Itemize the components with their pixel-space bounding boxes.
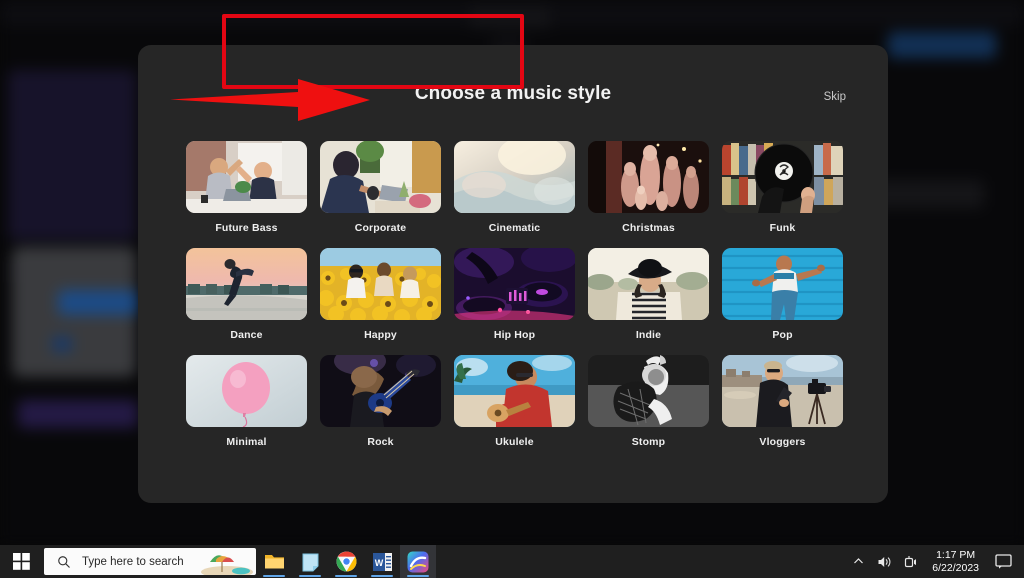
app-active-indicator	[263, 575, 285, 577]
style-card-pop[interactable]: Pop	[722, 248, 843, 341]
windows-taskbar: Type here to search W 1:17 PM 6/22/2023	[0, 545, 1024, 578]
background-center-chip	[470, 6, 550, 28]
volume-button[interactable]	[871, 545, 897, 578]
music-style-grid: Future Bass Corporate Cinematic Christma…	[186, 141, 843, 448]
style-card-label: Rock	[367, 436, 394, 448]
app-active-indicator	[335, 575, 357, 577]
show-hidden-icons-button[interactable]	[845, 545, 871, 578]
background-card-blue-bar	[58, 290, 138, 315]
style-card-ukulele[interactable]: Ukulele	[454, 355, 575, 448]
taskbar-app-microsoft-word[interactable]: W	[364, 545, 400, 578]
style-card-rock[interactable]: Rock	[320, 355, 441, 448]
style-card-vloggers[interactable]: Vloggers	[722, 355, 843, 448]
dialog-title: Choose a music style	[414, 83, 612, 104]
style-card-label: Stomp	[631, 436, 666, 448]
soft-blur-bokeh-thumbnail[interactable]	[454, 141, 575, 213]
pink-balloon-thumbnail[interactable]	[186, 355, 307, 427]
background-right-block	[874, 180, 984, 208]
vinyl-record-store-thumbnail[interactable]	[722, 141, 843, 213]
ukulele-beach-thumbnail[interactable]	[454, 355, 575, 427]
app-active-indicator	[407, 575, 429, 577]
windows-logo-icon	[12, 553, 30, 570]
notification-chat-icon	[994, 554, 1012, 569]
clock-date: 6/22/2023	[932, 561, 979, 574]
chevron-up-icon	[853, 558, 863, 564]
system-tray: 1:17 PM 6/22/2023	[845, 545, 1024, 578]
clock[interactable]: 1:17 PM 6/22/2023	[923, 549, 988, 575]
app-active-indicator	[299, 575, 321, 577]
google-chrome-icon	[336, 551, 356, 572]
style-card-label: Vloggers	[759, 436, 806, 448]
network-icon	[905, 555, 917, 567]
notifications-button[interactable]	[988, 545, 1018, 578]
woman-laptop-desk-thumbnail[interactable]	[320, 141, 441, 213]
style-card-label: Cinematic	[488, 222, 541, 234]
style-card-label: Happy	[364, 329, 397, 341]
sticky-notes-icon	[302, 553, 318, 571]
guitarist-stage-thumbnail[interactable]	[320, 355, 441, 427]
office-high-five-thumbnail[interactable]	[186, 141, 307, 213]
style-card-indie[interactable]: Indie	[588, 248, 709, 341]
search-icon	[58, 555, 70, 568]
taskbar-app-google-chrome[interactable]	[328, 545, 364, 578]
file-explorer-icon	[264, 555, 284, 569]
dancer-blue-wall-thumbnail[interactable]	[722, 248, 843, 320]
nativity-figurines-thumbnail[interactable]	[588, 141, 709, 213]
style-card-future-bass[interactable]: Future Bass	[186, 141, 307, 234]
svg-text:W: W	[374, 558, 383, 568]
filmora-editor-icon	[407, 551, 429, 572]
style-card-funk[interactable]: Funk	[722, 141, 843, 234]
taskbar-app-filmora-editor[interactable]	[400, 545, 436, 578]
dialog-header: Choose a music style Skip	[138, 45, 888, 131]
woman-hat-field-thumbnail[interactable]	[588, 248, 709, 320]
search-input[interactable]: Type here to search	[44, 548, 256, 575]
style-card-cinematic[interactable]: Cinematic	[454, 141, 575, 234]
style-card-label: Corporate	[354, 222, 407, 234]
taskbar-app-sticky-notes[interactable]	[292, 545, 328, 578]
style-card-label: Future Bass	[215, 222, 278, 234]
sunflower-field-friends-thumbnail[interactable]	[320, 248, 441, 320]
style-card-hip-hop[interactable]: Hip Hop	[454, 248, 575, 341]
speaker-icon	[878, 556, 891, 567]
vlogger-camera-beach-thumbnail[interactable]	[722, 355, 843, 427]
network-button[interactable]	[897, 545, 923, 578]
style-card-label: Pop	[772, 329, 793, 341]
search-placeholder-text: Type here to search	[82, 555, 184, 568]
skip-button[interactable]: Skip	[824, 91, 846, 103]
style-card-corporate[interactable]: Corporate	[320, 141, 441, 234]
style-card-label: Funk	[769, 222, 796, 234]
style-card-label: Christmas	[622, 222, 675, 234]
style-card-dance[interactable]: Dance	[186, 248, 307, 341]
style-card-minimal[interactable]: Minimal	[186, 355, 307, 448]
background-left-panel	[8, 70, 136, 240]
style-card-happy[interactable]: Happy	[320, 248, 441, 341]
style-card-stomp[interactable]: Stomp	[588, 355, 709, 448]
dancer-sunset-pier-thumbnail[interactable]	[186, 248, 307, 320]
style-card-label: Dance	[230, 329, 263, 341]
microsoft-word-icon: W	[372, 552, 392, 571]
background-card-blue-chip	[52, 336, 72, 352]
music-style-dialog: Choose a music style Skip Future Bass Co…	[138, 45, 888, 503]
start-button[interactable]	[0, 545, 42, 578]
background-purple-strip	[18, 400, 138, 428]
background-blue-button	[888, 32, 996, 58]
style-card-label: Ukulele	[495, 436, 534, 448]
style-card-label: Indie	[635, 329, 662, 341]
search-doodle-icon	[201, 555, 253, 575]
bw-dancer-hoodie-thumbnail[interactable]	[588, 355, 709, 427]
app-active-indicator	[371, 575, 393, 577]
dj-turntable-purple-thumbnail[interactable]	[454, 248, 575, 320]
taskbar-app-file-explorer[interactable]	[256, 545, 292, 578]
style-card-label: Minimal	[226, 436, 267, 448]
clock-time: 1:17 PM	[936, 548, 976, 561]
style-card-christmas[interactable]: Christmas	[588, 141, 709, 234]
style-card-label: Hip Hop	[493, 329, 536, 341]
